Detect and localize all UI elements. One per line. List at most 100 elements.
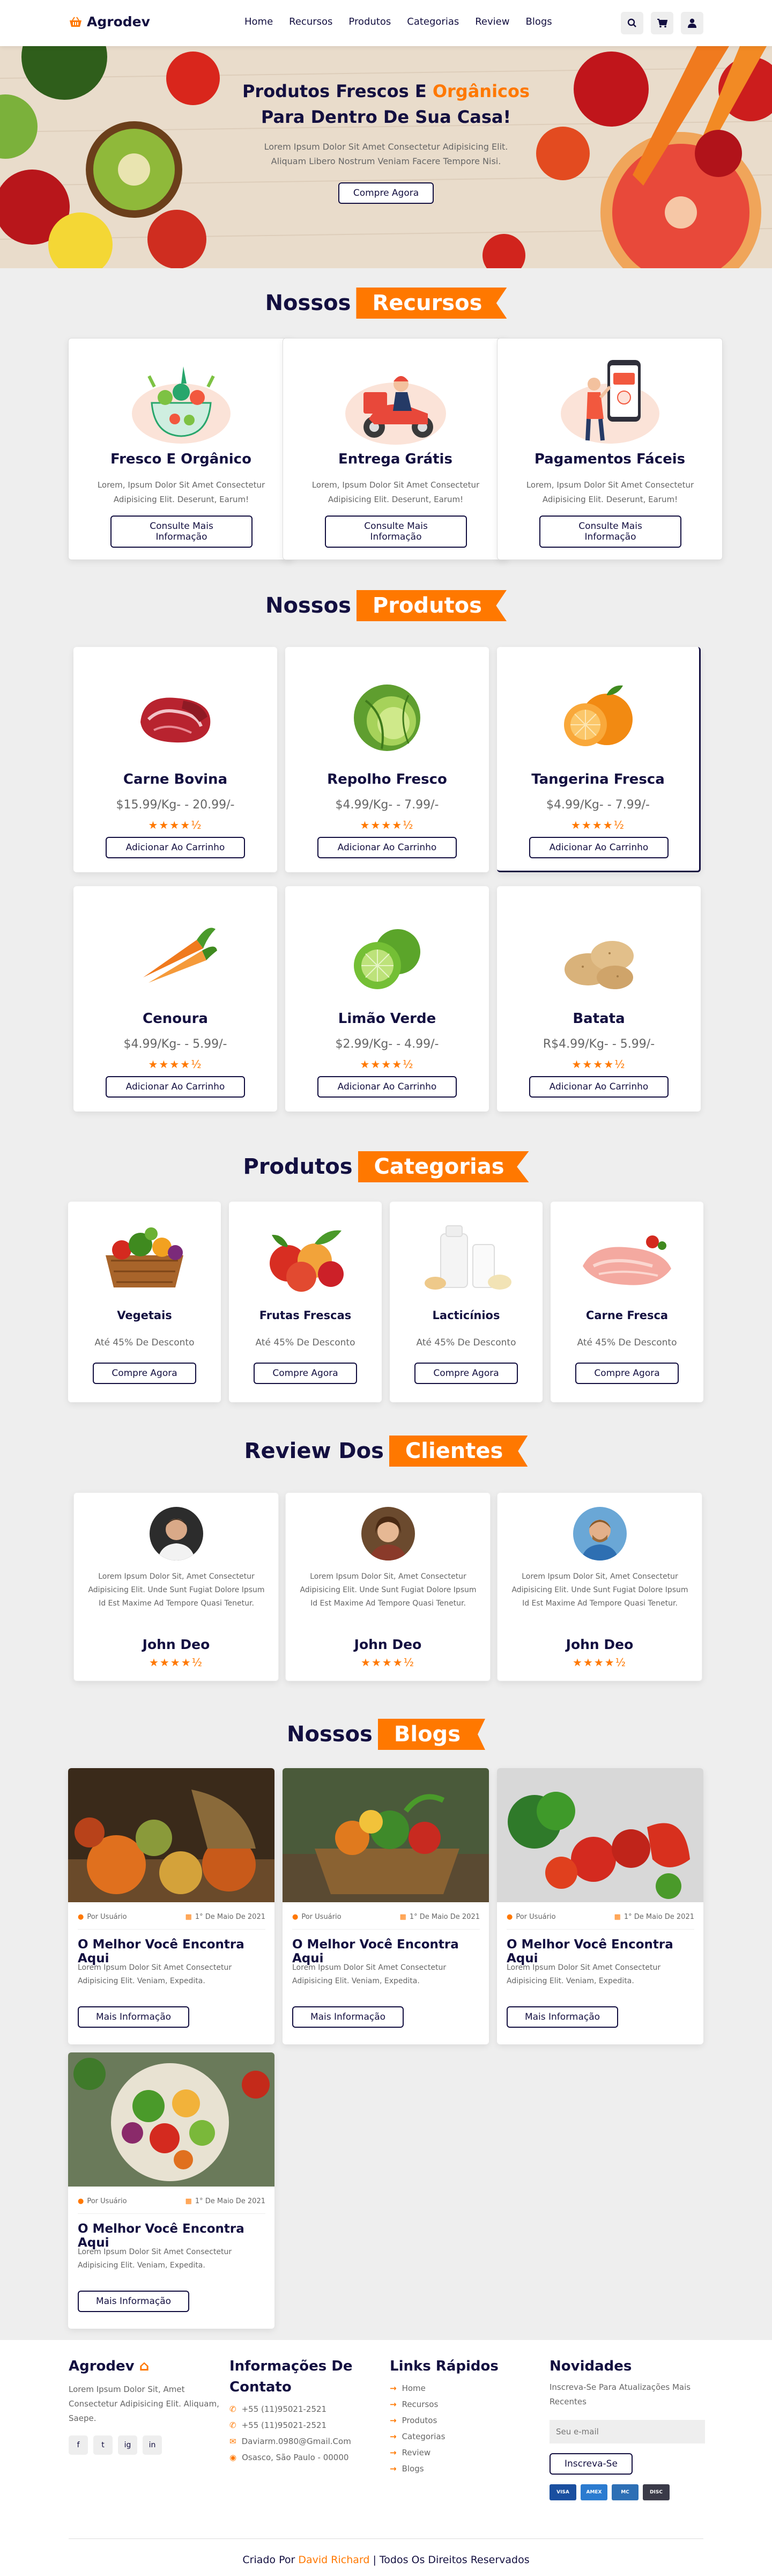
product-name: Tangerina Fresca — [531, 771, 665, 787]
reviewer-name: John Deo — [566, 1637, 634, 1652]
review-card: Lorem Ipsum Dolor Sit, Amet Consectetur … — [497, 1492, 702, 1681]
cart-button[interactable] — [651, 12, 673, 34]
review-text: Lorem Ipsum Dolor Sit, Amet Consectetur … — [300, 1572, 477, 1608]
feature-title: Pagamentos Fáceis — [534, 451, 686, 467]
calendar-icon: ▦ — [185, 1913, 192, 1921]
read-more-button[interactable]: Mais Informação — [507, 2006, 618, 2028]
arrow-right-icon: → — [390, 2448, 397, 2457]
read-more-button[interactable]: Mais Informação — [78, 2291, 189, 2312]
features-heading: Nossos Recursos — [0, 288, 772, 319]
divider — [507, 1929, 694, 1930]
footer-phone-1-text: +55 (11)95021-2521 — [241, 2404, 327, 2414]
nav-categorias[interactable]: Categorias — [407, 16, 459, 27]
fresh-meat-image — [583, 1235, 671, 1285]
nav-produtos[interactable]: Produtos — [348, 16, 391, 27]
feature-title: Fresco E Orgânico — [110, 451, 251, 467]
credit-suffix: | Todos Os Direitos Reservados — [373, 2554, 530, 2566]
category-discount: Até 45% De Desconto — [94, 1337, 195, 1348]
hero-banner: Produtos Frescos E Orgânicos Para Dentro… — [0, 46, 772, 268]
add-to-cart-button[interactable]: Adicionar Ao Carrinho — [529, 1076, 669, 1098]
category-name: Lacticínios — [432, 1309, 500, 1322]
reviews-heading-accent: Clientes — [389, 1436, 528, 1467]
read-more-button[interactable]: Consulte Mais Informação — [110, 516, 253, 548]
blog-date: ▦ 1° De Maio De 2021 — [614, 1913, 694, 1921]
nav-home[interactable]: Home — [244, 16, 273, 27]
add-to-cart-button[interactable]: Adicionar Ao Carrinho — [317, 1076, 457, 1098]
footer-email[interactable]: ✉ Daviarm.0980@Gmail.Com — [229, 2437, 369, 2446]
email-field[interactable] — [550, 2420, 705, 2443]
product-price: R$4.99/Kg- - 5.99/- — [543, 1037, 655, 1051]
search-button[interactable] — [621, 12, 643, 34]
credit-author-link[interactable]: David Richard — [298, 2554, 369, 2566]
beef-image — [140, 697, 211, 743]
footer-link-blogs[interactable]: → Blogs — [390, 2464, 529, 2474]
footer-link-categorias[interactable]: → Categorias — [390, 2432, 529, 2441]
user-icon: ● — [78, 2197, 84, 2205]
reviewer-name: John Deo — [354, 1637, 422, 1652]
twitter-icon[interactable]: t — [93, 2435, 113, 2455]
add-to-cart-button[interactable]: Adicionar Ao Carrinho — [106, 1076, 245, 1098]
footer: Agrodev ⌂ Lorem Ipsum Dolor Sit, Amet Co… — [0, 2340, 772, 2576]
shop-now-button[interactable]: Compre Agora — [575, 1363, 679, 1384]
mastercard-icon: MC — [612, 2484, 639, 2500]
shop-now-button[interactable]: Compre Agora — [414, 1363, 518, 1384]
footer-address: ◉ Osasco, São Paulo - 00000 — [229, 2453, 369, 2462]
blog-date-text: 1° De Maio De 2021 — [195, 2197, 265, 2205]
footer-link-review[interactable]: → Review — [390, 2448, 529, 2457]
envelope-icon: ✉ — [229, 2437, 236, 2446]
blog-author: ● Por Usuário — [78, 2197, 127, 2205]
subscribe-button[interactable]: Inscreva-Se — [550, 2453, 633, 2475]
footer-link-text: Review — [402, 2448, 431, 2457]
footer-link-produtos[interactable]: → Produtos — [390, 2416, 529, 2425]
header-icons — [621, 12, 703, 34]
blog-excerpt: Lorem Ipsum Dolor Sit Amet Consectetur A… — [292, 1963, 447, 1986]
shop-now-button[interactable]: Compre Agora — [254, 1363, 357, 1384]
product-price: $4.99/Kg- - 7.99/- — [335, 798, 439, 812]
nav-recursos[interactable]: Recursos — [289, 16, 332, 27]
blog-photo-salad — [68, 2052, 274, 2187]
footer-phone-2[interactable]: ✆ +55 (11)95021-2521 — [229, 2420, 369, 2430]
hero-title-part2: Para Dentro De Sua Casa! — [261, 107, 511, 127]
footer-phone-2-text: +55 (11)95021-2521 — [241, 2420, 327, 2430]
user-button[interactable] — [681, 12, 703, 34]
basket-icon — [70, 16, 81, 27]
feature-card: Fresco E Orgânico Lorem, Ipsum Dolor Sit… — [68, 338, 294, 560]
add-to-cart-button[interactable]: Adicionar Ao Carrinho — [529, 837, 669, 858]
instagram-icon[interactable]: ig — [118, 2435, 137, 2455]
product-card: Tangerina Fresca $4.99/Kg- - 7.99/- ★★★★… — [497, 647, 701, 872]
footer-link-recursos[interactable]: → Recursos — [390, 2400, 529, 2409]
linkedin-icon[interactable]: in — [143, 2435, 162, 2455]
shop-now-button[interactable]: Compre Agora — [93, 1363, 196, 1384]
features-heading-text: Nossos — [265, 291, 351, 315]
footer-phone-1[interactable]: ✆ +55 (11)95021-2521 — [229, 2404, 369, 2414]
category-discount: Até 45% De Desconto — [255, 1337, 355, 1348]
read-more-button[interactable]: Consulte Mais Informação — [539, 516, 681, 548]
read-more-button[interactable]: Mais Informação — [78, 2006, 189, 2028]
user-icon: ● — [78, 1913, 84, 1921]
shop-now-button[interactable]: Compre Agora — [338, 182, 434, 204]
review-card: Lorem Ipsum Dolor Sit, Amet Consectetur … — [285, 1492, 491, 1681]
add-to-cart-button[interactable]: Adicionar Ao Carrinho — [106, 837, 245, 858]
feature-text: Lorem, Ipsum Dolor Sit Amet Consectetur … — [526, 480, 694, 504]
product-card: Repolho Fresco $4.99/Kg- - 7.99/- ★★★★½ … — [285, 647, 489, 872]
read-more-button[interactable]: Mais Informação — [292, 2006, 404, 2028]
nav-blogs[interactable]: Blogs — [525, 16, 552, 27]
footer-email-text: Daviarm.0980@Gmail.Com — [241, 2437, 351, 2446]
category-name: Carne Fresca — [585, 1309, 669, 1322]
arrow-right-icon: → — [390, 2464, 397, 2474]
product-card: Cenoura $4.99/Kg- - 5.99/- ★★★★½ Adicion… — [73, 886, 277, 1112]
footer-link-home[interactable]: → Home — [390, 2383, 529, 2393]
add-to-cart-button[interactable]: Adicionar Ao Carrinho — [317, 837, 457, 858]
nav-review[interactable]: Review — [475, 16, 509, 27]
footer-link-text: Recursos — [402, 2400, 439, 2409]
facebook-icon[interactable]: f — [69, 2435, 88, 2455]
read-more-button[interactable]: Consulte Mais Informação — [325, 516, 467, 548]
footer-news-text: Inscreva-Se Para Atualizações Mais Recen… — [550, 2382, 691, 2406]
footer-logo[interactable]: Agrodev ⌂ — [69, 2356, 224, 2377]
product-name: Cenoura — [143, 1011, 208, 1027]
logo[interactable]: Agrodev — [69, 14, 150, 30]
footer-newsletter: Novidades Inscreva-Se Para Atualizações … — [550, 2356, 705, 2500]
footer-credit: Criado Por David Richard | Todos Os Dire… — [69, 2538, 703, 2566]
dairy-image — [425, 1225, 511, 1290]
blog-excerpt: Lorem Ipsum Dolor Sit Amet Consectetur A… — [507, 1963, 661, 1986]
